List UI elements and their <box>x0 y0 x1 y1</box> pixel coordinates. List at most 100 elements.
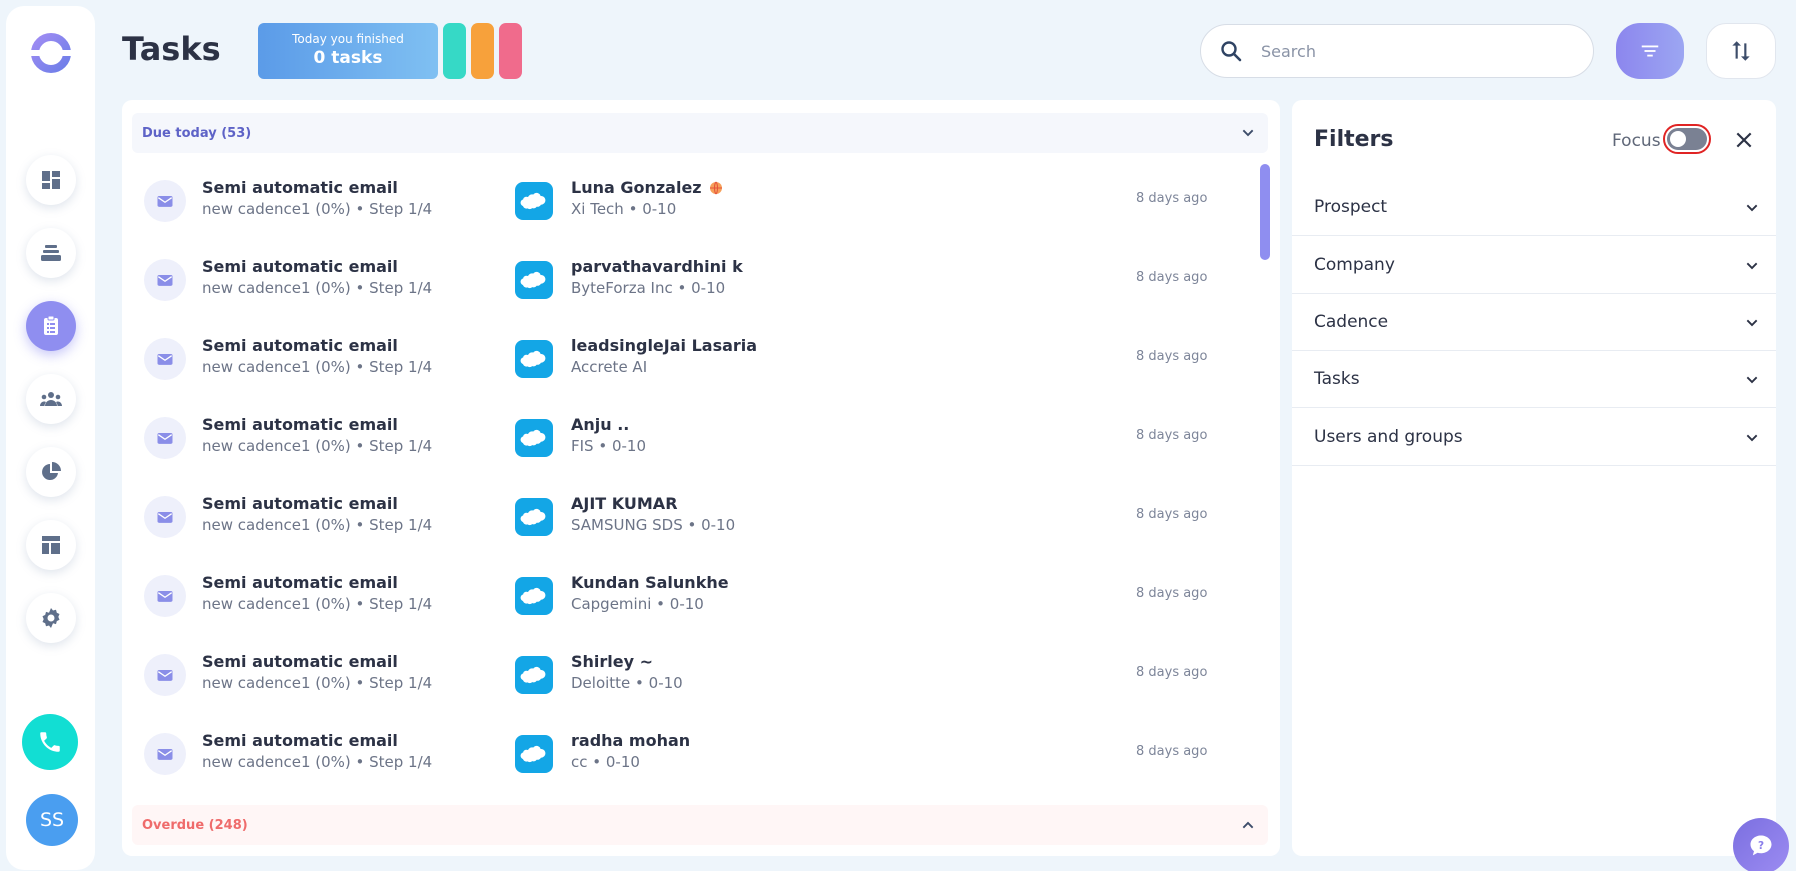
prospect-name-text: Anju .. <box>571 415 630 434</box>
task-title[interactable]: Semi automatic email <box>202 731 398 750</box>
filter-section-cadence[interactable]: Cadence <box>1292 294 1776 351</box>
prospect-company: cc • 0-10 <box>571 753 640 771</box>
task-title[interactable]: Semi automatic email <box>202 257 398 276</box>
tasks-clipboard-icon <box>44 315 58 335</box>
app-logo-icon[interactable] <box>30 32 72 74</box>
salesforce-icon[interactable] <box>515 656 553 694</box>
prospect-name[interactable]: leadsingleJai Lasaria <box>571 336 757 355</box>
task-title[interactable]: Semi automatic email <box>202 178 398 197</box>
mail-icon <box>144 338 186 380</box>
filter-button[interactable] <box>1616 23 1684 79</box>
prospect-name-text: Shirley ~ <box>571 652 654 671</box>
task-row[interactable]: Semi automatic email new cadence1 (0%) •… <box>122 558 1242 637</box>
help-chat-button[interactable]: ? <box>1733 818 1789 871</box>
task-row[interactable]: Semi automatic email new cadence1 (0%) •… <box>122 242 1242 321</box>
task-row[interactable]: Semi automatic email new cadence1 (0%) •… <box>122 321 1242 400</box>
status-pill-orange[interactable] <box>471 23 494 79</box>
task-row[interactable]: Semi automatic email new cadence1 (0%) •… <box>122 479 1242 558</box>
task-time: 8 days ago <box>1136 270 1208 285</box>
focus-toggle[interactable] <box>1663 124 1711 154</box>
mail-icon <box>144 654 186 696</box>
task-title[interactable]: Semi automatic email <box>202 573 398 592</box>
svg-text:?: ? <box>1758 840 1764 852</box>
salesforce-icon[interactable] <box>515 340 553 378</box>
task-title[interactable]: Semi automatic email <box>202 494 398 513</box>
prospect-name[interactable]: AJIT KUMAR <box>571 494 678 513</box>
finished-badge-count: 0 tasks <box>313 48 383 68</box>
prospect-name[interactable]: parvathavardhini k <box>571 257 743 276</box>
phone-button[interactable] <box>22 714 78 770</box>
nav-tasks-button[interactable] <box>26 301 76 351</box>
prospect-name-text: parvathavardhini k <box>571 257 743 276</box>
prospect-company: Accrete AI <box>571 358 648 376</box>
prospect-name[interactable]: Luna Gonzalez <box>571 178 724 197</box>
prospect-name-text: AJIT KUMAR <box>571 494 678 513</box>
salesforce-icon[interactable] <box>515 498 553 536</box>
phone-icon <box>40 732 60 752</box>
inbox-stack-icon <box>41 245 61 261</box>
prospect-name[interactable]: radha mohan <box>571 731 690 750</box>
sidebar: SS <box>6 6 95 870</box>
prospect-name[interactable]: Kundan Salunkhe <box>571 573 729 592</box>
nav-people-button[interactable] <box>26 374 76 424</box>
mail-icon <box>144 575 186 617</box>
chevron-down-icon <box>1746 376 1758 384</box>
chevron-down-icon <box>1746 319 1758 327</box>
focus-label: Focus <box>1612 131 1661 151</box>
salesforce-icon[interactable] <box>515 419 553 457</box>
prospect-company: Xi Tech • 0-10 <box>571 200 677 218</box>
salesforce-icon[interactable] <box>515 182 553 220</box>
salesforce-icon[interactable] <box>515 261 553 299</box>
chevron-down-icon <box>1242 129 1254 137</box>
search-input[interactable] <box>1261 41 1561 61</box>
prospect-company: FIS • 0-10 <box>571 437 646 455</box>
finished-badge-label: Today you finished <box>292 32 404 46</box>
filter-section-label: Users and groups <box>1314 427 1463 447</box>
task-row[interactable]: Semi automatic email new cadence1 (0%) •… <box>122 163 1242 242</box>
user-avatar[interactable]: SS <box>26 794 78 846</box>
prospect-company: Deloitte • 0-10 <box>571 674 683 692</box>
mail-icon <box>144 496 186 538</box>
group-header-due-today[interactable]: Due today (53) <box>132 113 1268 153</box>
nav-settings-button[interactable] <box>26 593 76 643</box>
filter-section-users-and-groups[interactable]: Users and groups <box>1292 409 1776 466</box>
prospect-name-text: radha mohan <box>571 731 691 750</box>
nav-dashboard-button[interactable] <box>26 155 76 205</box>
status-pill-teal[interactable] <box>443 23 466 79</box>
nav-reports-button[interactable] <box>26 447 76 497</box>
task-row[interactable]: Semi automatic email new cadence1 (0%) •… <box>122 637 1242 716</box>
filter-section-tasks[interactable]: Tasks <box>1292 351 1776 408</box>
salesforce-icon[interactable] <box>515 735 553 773</box>
pie-chart-icon <box>42 462 61 480</box>
prospect-company: Capgemini • 0-10 <box>571 595 704 613</box>
salesforce-icon[interactable] <box>515 577 553 615</box>
task-row[interactable]: Semi automatic email new cadence1 (0%) •… <box>122 400 1242 479</box>
task-title[interactable]: Semi automatic email <box>202 336 398 355</box>
group-header-overdue[interactable]: Overdue (248) <box>132 805 1268 845</box>
prospect-company: ByteForza Inc • 0-10 <box>571 279 726 297</box>
task-title[interactable]: Semi automatic email <box>202 415 398 434</box>
scrollbar-thumb[interactable] <box>1260 164 1270 260</box>
filter-section-company[interactable]: Company <box>1292 237 1776 294</box>
task-title[interactable]: Semi automatic email <box>202 652 398 671</box>
chevron-down-icon <box>1746 262 1758 270</box>
task-time: 8 days ago <box>1136 665 1208 680</box>
status-pill-pink[interactable] <box>499 23 522 79</box>
task-subtitle: new cadence1 (0%) • Step 1/4 <box>202 595 433 613</box>
task-time: 8 days ago <box>1136 586 1208 601</box>
finished-tasks-badge: Today you finished 0 tasks <box>258 23 438 79</box>
task-subtitle: new cadence1 (0%) • Step 1/4 <box>202 358 433 376</box>
nav-inbox-button[interactable] <box>26 228 76 278</box>
prospect-name[interactable]: Shirley ~ <box>571 652 653 671</box>
prospect-name[interactable]: Anju .. <box>571 415 629 434</box>
sort-button[interactable] <box>1706 23 1776 79</box>
task-row[interactable]: Semi automatic email new cadence1 (0%) •… <box>122 716 1242 795</box>
chevron-up-icon <box>1242 821 1254 829</box>
dashboard-icon <box>42 171 60 189</box>
filter-section-prospect[interactable]: Prospect <box>1292 179 1776 236</box>
task-time: 8 days ago <box>1136 349 1208 364</box>
task-time: 8 days ago <box>1136 507 1208 522</box>
nav-templates-button[interactable] <box>26 520 76 570</box>
search-box[interactable] <box>1200 24 1594 78</box>
close-icon[interactable] <box>1734 130 1754 150</box>
